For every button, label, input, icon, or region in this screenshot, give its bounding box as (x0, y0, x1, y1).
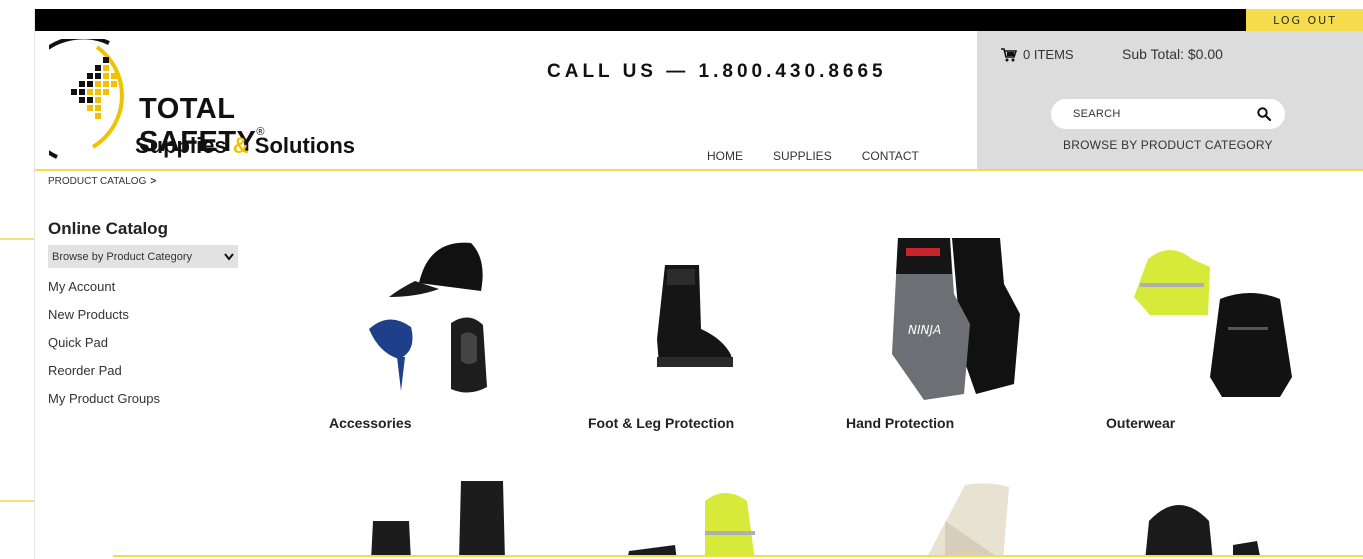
nav-contact[interactable]: CONTACT (862, 149, 919, 163)
site-header: TOTAL SAFETY® Supplies & Solutions CALL … (35, 31, 1363, 171)
category-select[interactable]: Browse by Product Category (48, 245, 238, 268)
sidebar-item-new-products[interactable]: New Products (48, 305, 248, 333)
search-box (1051, 99, 1285, 129)
mop-icon[interactable] (885, 481, 1015, 559)
cart-items-count: 0 ITEMS (1023, 47, 1074, 62)
logo-mark-icon (49, 39, 124, 159)
category-tile-outerwear[interactable] (1130, 237, 1300, 407)
category-label-hand-protection[interactable]: Hand Protection (846, 415, 954, 431)
svg-text:NINJA: NINJA (908, 323, 941, 337)
category-label-accessories[interactable]: Accessories (329, 415, 412, 431)
pants-icon[interactable] (369, 481, 509, 559)
main-nav: HOME SUPPLIES CONTACT (707, 149, 919, 163)
cart-link[interactable]: 0 ITEMS (1001, 47, 1074, 62)
gloves-icon: NINJA (892, 238, 1020, 400)
decorative-line (0, 238, 34, 240)
brand-tagline-part: Solutions (248, 133, 356, 158)
sidebar-item-my-account[interactable]: My Account (48, 277, 248, 305)
cap-icon (369, 242, 487, 393)
sidebar-item-reorder-pad[interactable]: Reorder Pad (48, 361, 248, 389)
nav-home[interactable]: HOME (707, 149, 743, 163)
search-input[interactable] (1071, 107, 1235, 121)
category-tile-hand-protection[interactable]: NINJA (880, 234, 1030, 404)
sidebar: Online Catalog Browse by Product Categor… (48, 219, 248, 417)
category-label-outerwear[interactable]: Outerwear (1106, 415, 1175, 431)
logo[interactable]: TOTAL SAFETY® Supplies & Solutions (49, 39, 369, 159)
sidebar-title: Online Catalog (48, 219, 168, 238)
breadcrumb-separator: > (150, 176, 157, 187)
decorative-line (0, 500, 34, 502)
top-bar (35, 9, 1363, 31)
boot-icon (657, 265, 733, 367)
browse-by-category-link[interactable]: BROWSE BY PRODUCT CATEGORY (1063, 138, 1273, 152)
breadcrumb-product-catalog[interactable]: PRODUCT CATALOG (48, 176, 146, 187)
category-tile-accessories[interactable] (329, 231, 529, 431)
cart-subtotal: Sub Total: $0.00 (1122, 46, 1223, 62)
category-select-value: Browse by Product Category (52, 250, 193, 263)
sidebar-item-quick-pad[interactable]: Quick Pad (48, 333, 248, 361)
chevron-down-icon (224, 252, 234, 261)
jacket-icon (1134, 250, 1292, 397)
cart-search-panel: 0 ITEMS Sub Total: $0.00 BROWSE BY PRODU… (977, 31, 1363, 169)
hi-vis-shirt-icon[interactable] (625, 481, 785, 559)
category-tile-foot-leg[interactable] (635, 259, 755, 389)
coat-icon[interactable] (1129, 481, 1289, 559)
call-us-phone[interactable]: CALL US — 1.800.430.8665 (547, 61, 887, 83)
cart-icon (1001, 47, 1017, 61)
logout-button[interactable]: LOG OUT (1246, 9, 1363, 31)
search-icon[interactable] (1257, 107, 1271, 121)
brand-tagline: Supplies & Solutions (135, 133, 355, 159)
header-divider (35, 169, 1363, 171)
website-frame: LOG OUT TOTAL SAFETY® Supplies & Solutio… (34, 9, 1363, 559)
category-label-foot-leg[interactable]: Foot & Leg Protection (588, 415, 734, 431)
bottom-divider (113, 555, 1363, 559)
nav-supplies[interactable]: SUPPLIES (773, 149, 832, 163)
breadcrumb: PRODUCT CATALOG > (48, 176, 156, 187)
brand-tagline-amp: & (232, 133, 249, 158)
sidebar-item-my-product-groups[interactable]: My Product Groups (48, 389, 248, 417)
brand-tagline-part: Supplies (135, 133, 233, 158)
